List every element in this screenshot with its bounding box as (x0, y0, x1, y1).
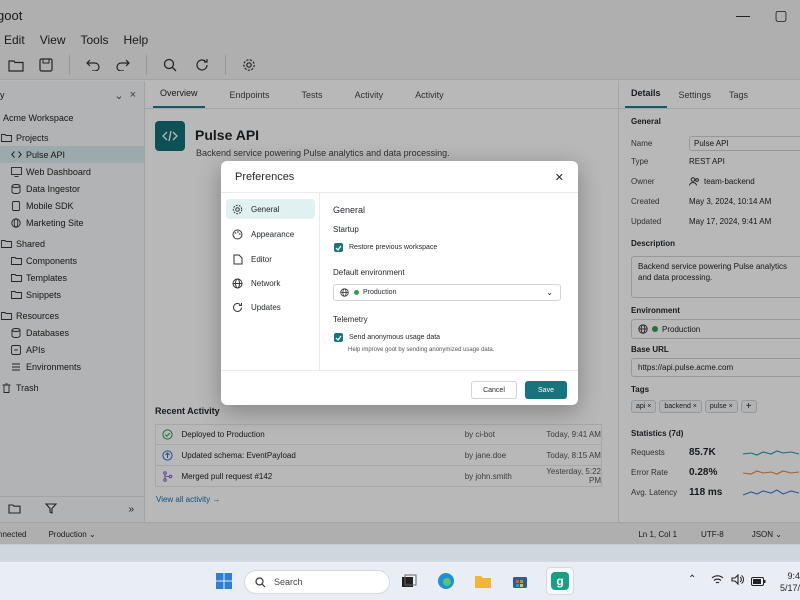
default-env-value: Production (363, 289, 397, 296)
status-dot-icon (354, 290, 359, 295)
nav-updates[interactable]: Updates (226, 297, 315, 317)
globe-icon (231, 277, 244, 290)
close-icon[interactable]: ✕ (555, 171, 564, 184)
nav-label: Editor (251, 254, 272, 264)
start-icon[interactable] (213, 570, 235, 592)
preferences-dialog: Preferences ✕ General Appearance Editor … (221, 161, 578, 405)
telemetry-label: Send anonymous usage data (349, 334, 441, 341)
checkmark-icon (334, 333, 343, 342)
default-env-title: Default environment (333, 268, 405, 277)
chevron-up-icon[interactable]: ⌃ (688, 574, 696, 585)
default-environment-select[interactable]: Production ⌄ (333, 284, 561, 301)
edge-icon[interactable] (435, 570, 457, 592)
dialog-title: Preferences (235, 171, 295, 183)
task-view-icon[interactable] (398, 570, 420, 592)
palette-icon (231, 228, 244, 241)
startup-title: Startup (333, 225, 359, 234)
preferences-nav: General Appearance Editor Network Update… (221, 192, 320, 370)
telemetry-hint: Help improve goot by sending anonymized … (348, 347, 495, 353)
search-icon (255, 576, 266, 587)
search-placeholder: Search (274, 577, 303, 587)
goot-app-icon[interactable]: g (546, 567, 574, 595)
volume-icon[interactable] (731, 573, 744, 588)
app-window: goot — ▢ Edit View Tools Help (0, 0, 800, 545)
nav-general[interactable]: General (226, 199, 315, 219)
battery-icon[interactable] (751, 575, 766, 589)
file-explorer-icon[interactable] (472, 570, 494, 592)
section-title: General (333, 205, 366, 215)
nav-label: General (251, 204, 280, 214)
globe-icon (340, 288, 349, 297)
telemetry-checkbox[interactable]: Send anonymous usage data (334, 333, 440, 342)
dialog-footer: Cancel Save (221, 370, 578, 405)
restore-label: Restore previous workspace (349, 244, 438, 251)
wifi-icon[interactable] (711, 574, 724, 588)
clock-date: 5/17/ (779, 583, 800, 593)
store-icon[interactable] (509, 570, 531, 592)
telemetry-title: Telemetry (333, 315, 368, 324)
gear-icon (231, 203, 244, 216)
save-button[interactable]: Save (525, 381, 567, 399)
document-icon (231, 253, 244, 266)
taskbar: Search g ⌃ 9:4 5/17/ (0, 561, 800, 600)
taskbar-search[interactable]: Search (244, 570, 390, 594)
nav-label: Network (251, 278, 281, 288)
system-clock[interactable]: 9:4 5/17/ (780, 570, 800, 594)
clock-time: 9:4 (787, 571, 800, 581)
preferences-body: General Startup Restore previous workspa… (320, 192, 578, 370)
checkmark-icon (334, 243, 343, 252)
nav-label: Appearance (251, 229, 295, 239)
refresh-icon (231, 301, 244, 314)
nav-network[interactable]: Network (226, 273, 315, 293)
chevron-down-icon: ⌄ (546, 288, 553, 297)
nav-label: Updates (251, 302, 281, 312)
nav-appearance[interactable]: Appearance (226, 224, 315, 244)
cancel-button[interactable]: Cancel (471, 381, 517, 399)
restore-workspace-checkbox[interactable]: Restore previous workspace (334, 243, 437, 252)
nav-editor[interactable]: Editor (226, 249, 315, 269)
